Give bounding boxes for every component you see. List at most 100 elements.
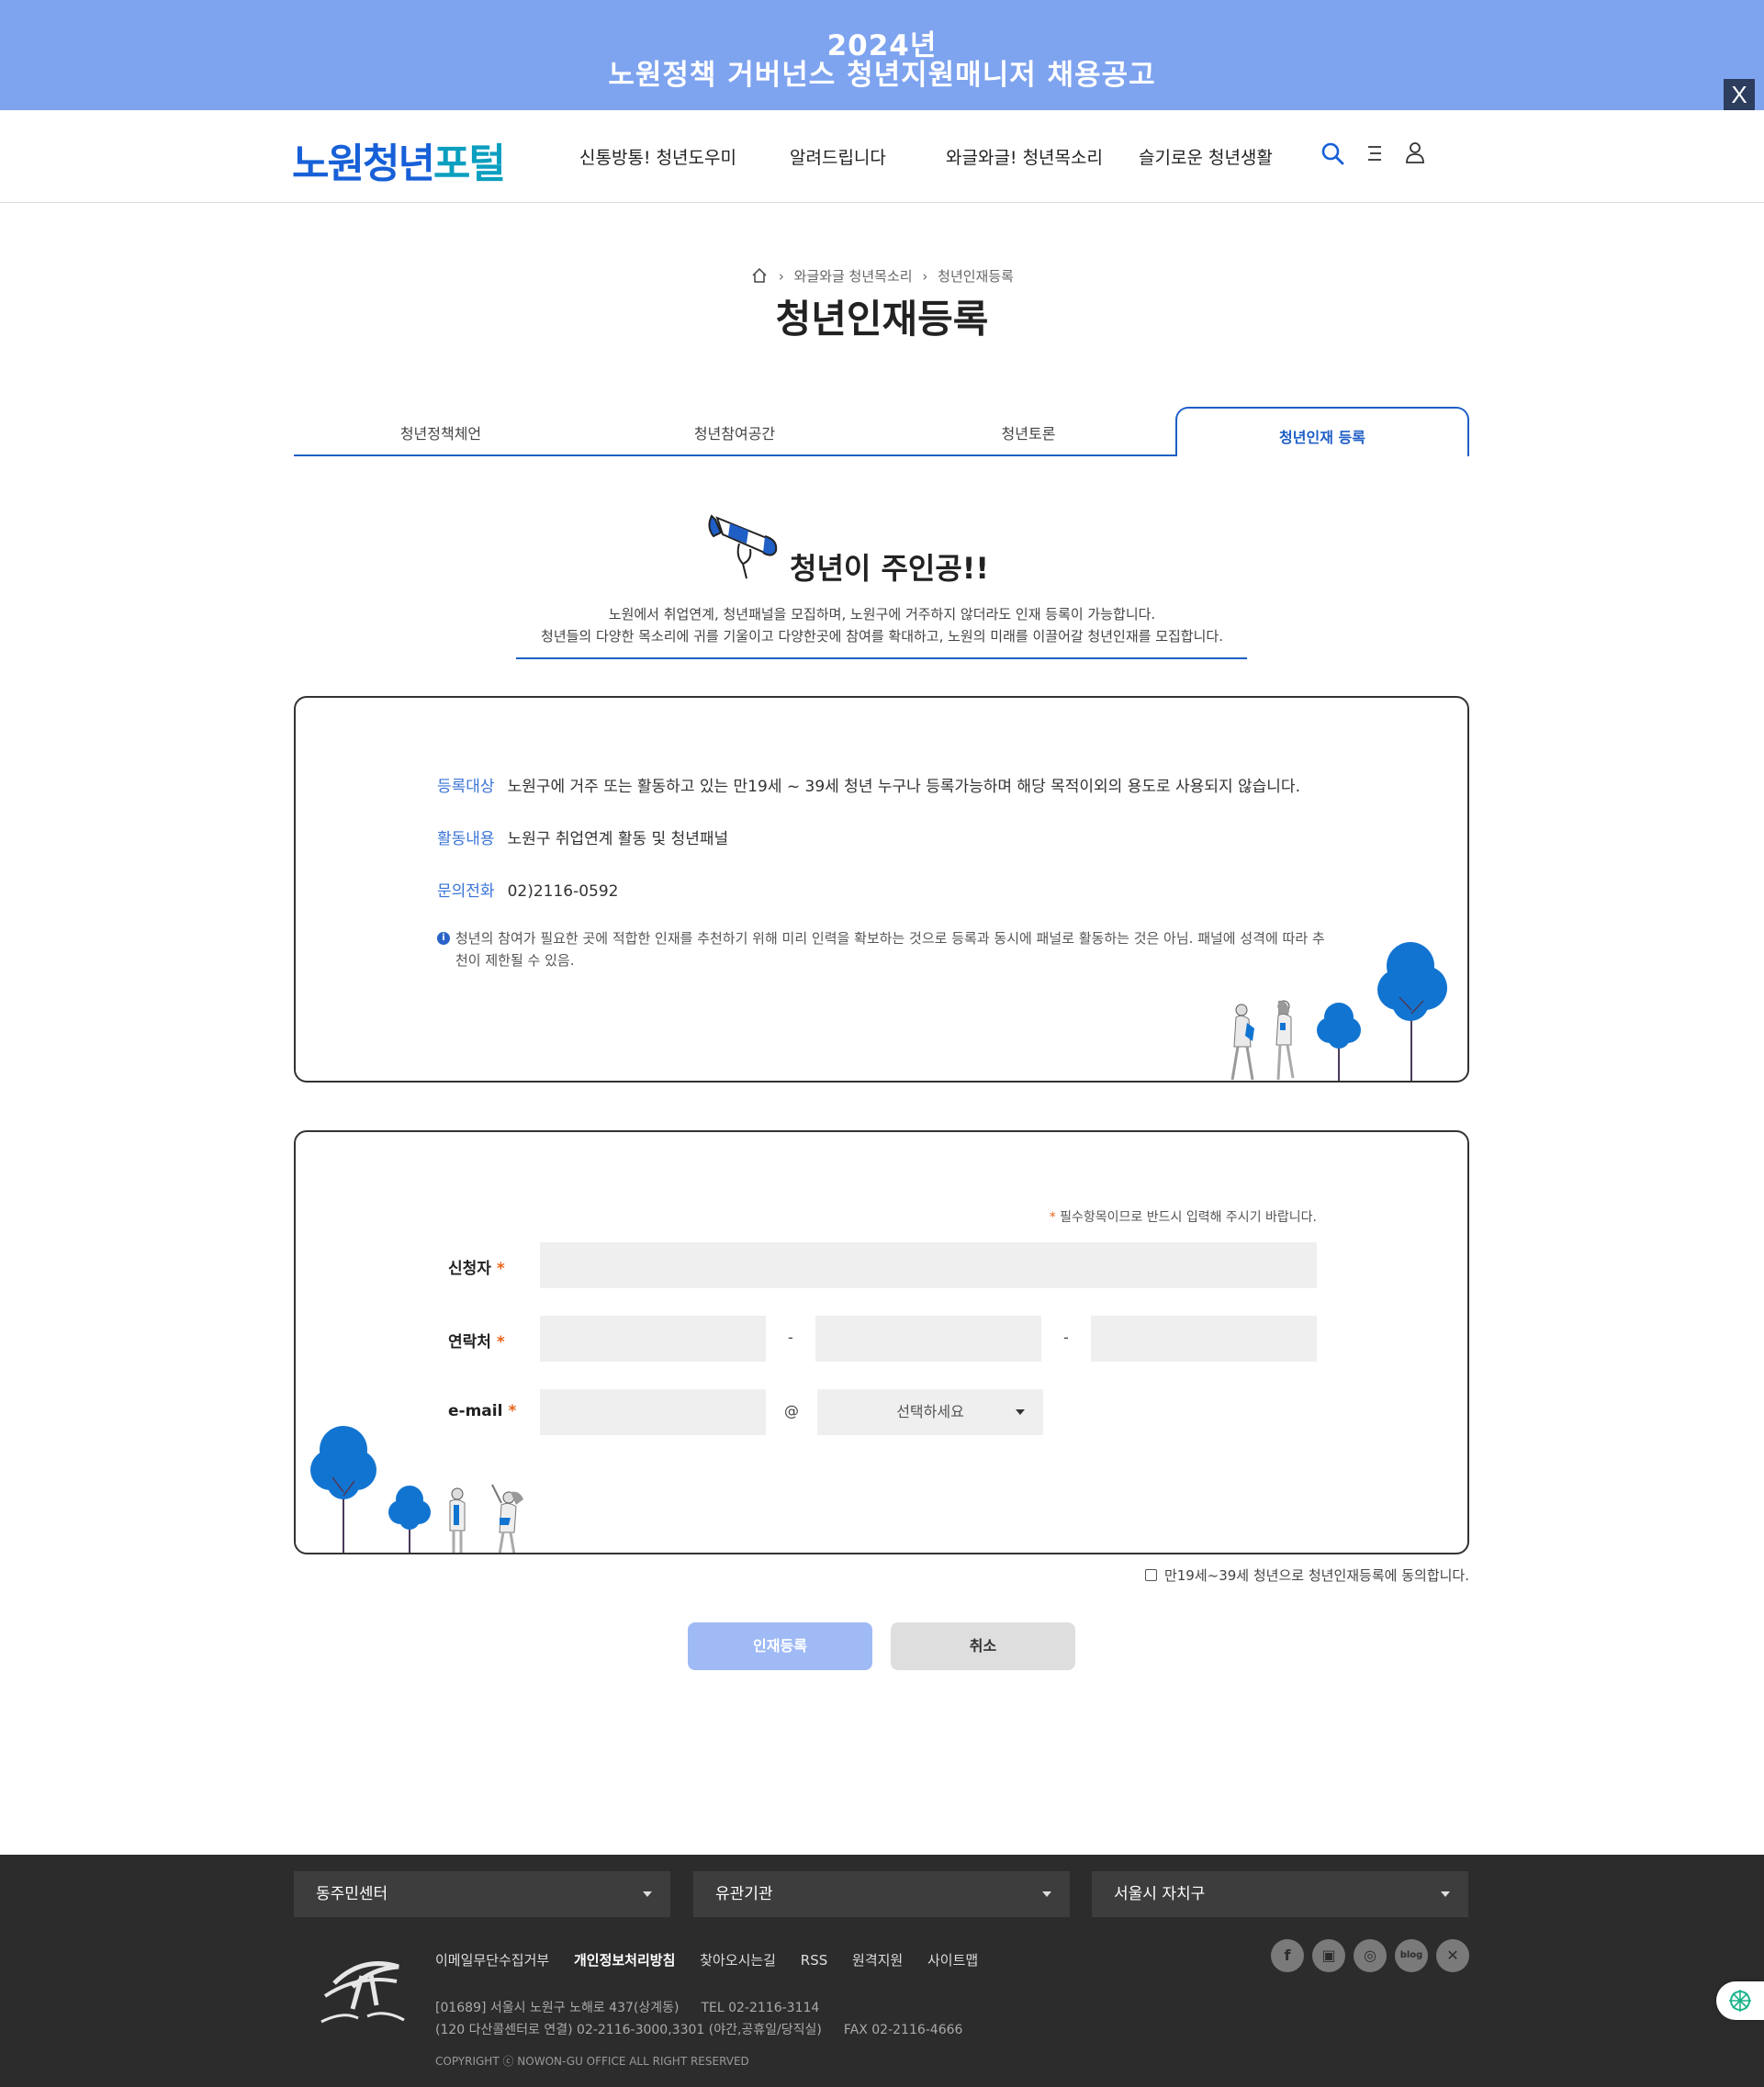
banner-title: 노원정책 거버넌스 청년지원매니저 채용공고: [608, 59, 1156, 92]
footer-tel: TEL 02-2116-3114: [701, 2001, 820, 2015]
megaphone-icon: [708, 514, 778, 579]
info-phone-label: 문의전화: [437, 882, 495, 901]
footer-address-line2: (120 다산콜센터로 연결) 02-2116-3000,3301 (야간,공휴…: [435, 2020, 962, 2038]
footer-select-related-agencies[interactable]: 유관기관: [693, 1871, 1070, 1917]
info-activity-value: 노원구 취업연계 활동 및 청년패널: [507, 830, 729, 848]
facebook-icon[interactable]: f: [1271, 1939, 1304, 1972]
breadcrumb-separator: ›: [778, 268, 784, 285]
phone-part2-input[interactable]: [815, 1316, 1041, 1362]
phone-part1-input[interactable]: [540, 1316, 766, 1362]
footer-link-remote-support[interactable]: 원격지원: [852, 1952, 903, 1969]
email-domain-select-value: 선택하세요: [896, 1403, 964, 1420]
site-header: 노원청년포털 신통방통! 청년도우미 알려드립니다 와글와글! 청년목소리 슬기…: [0, 110, 1764, 203]
x-icon[interactable]: ✕: [1436, 1939, 1469, 1972]
footer-link-sitemap[interactable]: 사이트맵: [927, 1952, 978, 1969]
menu-icon[interactable]: [1359, 138, 1390, 169]
people-trees-illustration: [1230, 942, 1447, 1081]
intro-text-line2: 청년들의 다양한 목소리에 귀를 기울이고 다양한곳에 참여를 확대하고, 노원…: [541, 628, 1223, 645]
chevron-down-icon: [1441, 1891, 1450, 1897]
footer-links: 이메일무단수집거부 개인정보처리방침 찾아오시는길 RSS 원격지원 사이트맵: [435, 1950, 998, 1969]
info-target-label: 등록대상: [437, 778, 495, 796]
info-notice-text: 청년의 참여가 필요한 곳에 적합한 인재를 추천하기 위해 미리 인력을 확보…: [455, 930, 1325, 969]
site-footer: 동주민센터 유관기관 서울시 자치구 이메일무단수집거부 개인정보처리방침 찾아…: [0, 1855, 1764, 2087]
applicant-label-text: 신청자: [448, 1260, 491, 1278]
nav-item-youth-voice[interactable]: 와글와글! 청년목소리: [946, 144, 1103, 169]
footer-link-email-policy[interactable]: 이메일무단수집거부: [435, 1952, 549, 1969]
tab-youth-debate[interactable]: 청년토론: [882, 421, 1175, 443]
email-id-input[interactable]: [540, 1389, 766, 1435]
footer-select-seoul-districts[interactable]: 서울시 자치구: [1092, 1871, 1468, 1917]
agree-text: 만19세~39세 청년으로 청년인재등록에 동의합니다.: [1163, 1567, 1469, 1584]
email-domain-select[interactable]: 선택하세요: [817, 1389, 1043, 1435]
intro-text-line1: 노원에서 취업연계, 청년패널을 모집하며, 노원구에 거주하지 않더라도 인재…: [608, 606, 1156, 623]
chevron-down-icon: [1042, 1891, 1051, 1897]
footer-link-privacy[interactable]: 개인정보처리방침: [574, 1952, 675, 1969]
footer-fax: FAX 02-2116-4666: [843, 2023, 963, 2037]
user-icon[interactable]: [1399, 138, 1431, 169]
footer-address: [01689] 서울시 노원구 노해로 437(상계동): [435, 2001, 680, 2015]
search-icon[interactable]: [1317, 138, 1348, 169]
agree-checkbox-row[interactable]: 만19세~39세 청년으로 청년인재등록에 동의합니다.: [1144, 1565, 1469, 1585]
info-row-activity: 활동내용 노원구 취업연계 활동 및 청년패널: [437, 825, 728, 848]
nav-item-youth-life[interactable]: 슬기로운 청년생활: [1139, 144, 1273, 169]
trees-people-illustration: [310, 1426, 523, 1553]
chevron-down-icon: [643, 1891, 652, 1897]
info-circle-icon: i: [437, 932, 450, 945]
info-phone-value: 02)2116-0592: [507, 882, 619, 901]
info-target-value: 노원구에 거주 또는 활동하고 있는 만19세 ~ 39세 청년 누구나 등록가…: [507, 778, 1300, 796]
footer-select-label: 유관기관: [715, 1885, 773, 1903]
breadcrumb-separator: ›: [922, 268, 928, 285]
email-at-sign: @: [784, 1402, 799, 1419]
applicant-label: 신청자 *: [448, 1255, 505, 1278]
required-star: *: [496, 1333, 505, 1352]
breadcrumb: › 와글와글 청년목소리 › 청년인재등록: [0, 266, 1764, 286]
footer-select-label: 서울시 자치구: [1114, 1885, 1206, 1903]
chevron-down-icon: [1016, 1409, 1025, 1415]
nav-item-notices[interactable]: 알려드립니다: [790, 144, 886, 169]
info-row-target: 등록대상 노원구에 거주 또는 활동하고 있는 만19세 ~ 39세 청년 누구나…: [437, 773, 1300, 796]
sparkle-icon: [1729, 1990, 1751, 2012]
site-logo[interactable]: 노원청년포털: [292, 130, 506, 189]
floating-chat-button[interactable]: [1716, 1981, 1764, 2020]
nowon-logo: [320, 1961, 405, 2024]
logo-text-main: 노원청년: [292, 140, 435, 187]
footer-select-community-center[interactable]: 동주민센터: [294, 1871, 670, 1917]
registration-form: * 필수항목이므로 반드시 입력해 주시기 바랍니다. 신청자 * 연락처 * - …: [294, 1130, 1469, 1554]
required-star: *: [1049, 1210, 1056, 1225]
contact-label: 연락처 *: [448, 1329, 505, 1352]
intro-title: 청년이 주인공!!: [790, 551, 989, 586]
home-icon[interactable]: [750, 266, 769, 285]
agree-checkbox[interactable]: [1144, 1569, 1157, 1581]
blog-icon[interactable]: blog: [1395, 1939, 1428, 1972]
footer-callcenter: (120 다산콜센터로 연결) 02-2116-3000,3301 (야간,공휴…: [435, 2023, 822, 2037]
tab-talent-registration[interactable]: 청년인재 등록: [1175, 407, 1469, 456]
intro-underline: [516, 657, 1247, 659]
page-title: 청년인재등록: [775, 297, 989, 342]
required-note-text: 필수항목이므로 반드시 입력해 주시기 바랍니다.: [1060, 1210, 1317, 1225]
tab-policy-proposal[interactable]: 청년정책체언: [294, 421, 588, 443]
footer-select-label: 동주민센터: [316, 1885, 388, 1903]
info-activity-label: 활동내용: [437, 830, 495, 848]
register-button[interactable]: 인재등록: [688, 1622, 872, 1670]
required-note: * 필수항목이므로 반드시 입력해 주시기 바랍니다.: [1050, 1207, 1317, 1226]
nav-item-youth-helper[interactable]: 신통방통! 청년도우미: [579, 144, 736, 169]
contact-label-text: 연락처: [448, 1333, 491, 1352]
footer-link-directions[interactable]: 찾아오시는길: [700, 1952, 776, 1969]
breadcrumb-item-current: 청년인재등록: [938, 268, 1014, 285]
tab-participation-space[interactable]: 청년참여공간: [588, 421, 882, 443]
instagram-icon[interactable]: ◎: [1354, 1939, 1387, 1972]
info-row-phone: 문의전화 02)2116-0592: [437, 878, 619, 901]
cancel-button[interactable]: 취소: [891, 1622, 1075, 1670]
banner-close-button[interactable]: X: [1724, 79, 1755, 110]
breadcrumb-item-youth-voice[interactable]: 와글와글 청년목소리: [794, 268, 913, 285]
required-star: *: [496, 1260, 505, 1278]
applicant-name-input[interactable]: [540, 1242, 1317, 1288]
phone-dash: -: [788, 1329, 793, 1346]
footer-address-line1: [01689] 서울시 노원구 노해로 437(상계동) TEL 02-2116-…: [435, 1998, 819, 2016]
logo-text-accent: 포털: [433, 140, 506, 187]
top-banner[interactable]: 2024년 노원정책 거버넌스 청년지원매니저 채용공고 X: [0, 0, 1764, 110]
footer-link-rss[interactable]: RSS: [801, 1952, 827, 1969]
podcast-icon[interactable]: ▣: [1312, 1939, 1345, 1972]
info-notice: i 청년의 참여가 필요한 곳에 적합한 인재를 추천하기 위해 미리 인력을 …: [437, 927, 1328, 971]
phone-part3-input[interactable]: [1091, 1316, 1317, 1362]
